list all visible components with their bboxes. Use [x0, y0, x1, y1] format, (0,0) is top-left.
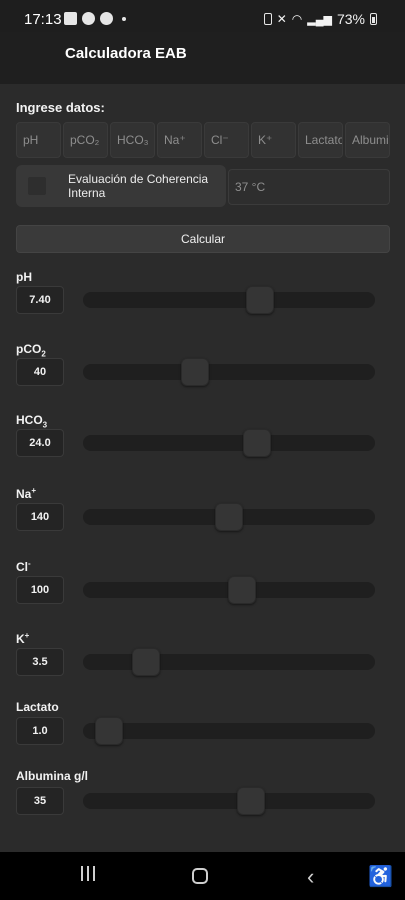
param-value-0[interactable]: 7.40: [16, 286, 64, 314]
signal-icon: ▂▄▆: [307, 13, 332, 26]
back-button[interactable]: ‹: [307, 864, 314, 890]
param-slider-thumb-7[interactable]: [236, 787, 265, 815]
param-label-4: Cl-: [16, 559, 31, 574]
accessibility-icon[interactable]: ♿: [368, 864, 393, 889]
param-label-6: Lactato: [16, 700, 59, 714]
param-slider-track-2[interactable]: [83, 429, 375, 457]
param-slider-track-1[interactable]: [83, 358, 375, 386]
param-label-main: Lactato: [16, 700, 59, 714]
param-slider-thumb-3[interactable]: [215, 503, 243, 531]
calcular-button[interactable]: Calcular: [16, 225, 390, 253]
battery-level: 73%: [336, 11, 365, 27]
param-label-5: K+: [16, 631, 29, 646]
na-input[interactable]: Na⁺: [157, 122, 202, 158]
param-label-sup: -: [28, 559, 31, 568]
mute-icon: ✕: [276, 12, 287, 26]
k-input[interactable]: K⁺: [251, 122, 296, 158]
app-bar: [0, 32, 405, 84]
param-slider-thumb-2[interactable]: [242, 429, 271, 457]
param-label-0: pH: [16, 270, 32, 284]
ph-input[interactable]: pH: [16, 122, 61, 158]
param-value-6[interactable]: 1.0: [16, 717, 64, 745]
battery-icon: [370, 13, 377, 25]
param-value-2[interactable]: 24.0: [16, 429, 64, 457]
albumina-input[interactable]: Albumina: [345, 122, 390, 158]
param-value-5[interactable]: 3.5: [16, 648, 64, 676]
home-button[interactable]: [192, 868, 208, 884]
param-label-main: pCO: [16, 342, 42, 356]
param-slider-thumb-5[interactable]: [131, 648, 160, 676]
coherence-toggle[interactable]: Evaluación de Coherencia Interna: [16, 165, 226, 207]
param-value-3[interactable]: 140: [16, 503, 64, 531]
param-label-1: pCO2: [16, 342, 46, 358]
param-value-7[interactable]: 35: [16, 787, 64, 815]
param-slider-track-7[interactable]: [83, 787, 375, 815]
param-slider-track-4[interactable]: [83, 576, 375, 604]
lactato-input[interactable]: Lactato: [298, 122, 343, 158]
pco2-input[interactable]: pCO₂: [63, 122, 108, 158]
input-section-label: Ingrese datos:: [16, 100, 105, 115]
linkedin-icon: [64, 12, 77, 25]
param-slider-track-5[interactable]: [83, 648, 375, 676]
pinwheel-icon: [82, 12, 95, 25]
param-label-sup: +: [24, 631, 30, 640]
param-label-main: HCO: [16, 413, 43, 427]
param-label-7: Albumina g/l: [16, 769, 88, 783]
app-title: Calculadora EAB: [65, 45, 187, 62]
param-value-4[interactable]: 100: [16, 576, 64, 604]
status-icons: ✕ ◠ ▂▄▆ 73%: [263, 11, 377, 27]
coherence-checkbox[interactable]: [28, 177, 46, 195]
chat-icon: [100, 12, 113, 25]
recent-apps-button[interactable]: [79, 866, 97, 884]
param-slider-thumb-4[interactable]: [228, 576, 257, 604]
temperature-input[interactable]: 37 °C: [228, 169, 390, 205]
coherence-label: Evaluación de Coherencia Interna: [68, 172, 209, 200]
param-slider-thumb-0[interactable]: [245, 286, 274, 314]
hco3-input[interactable]: HCO₃: [110, 122, 155, 158]
param-slider-thumb-1[interactable]: [181, 358, 210, 386]
param-label-main: pH: [16, 270, 32, 284]
status-bar: 17:13 ✕ ◠ ▂▄▆ 73%: [0, 0, 405, 32]
notification-icons: [64, 12, 126, 25]
param-label-main: Na: [16, 487, 32, 501]
param-slider-track-3[interactable]: [83, 503, 375, 531]
cl-input[interactable]: Cl⁻: [204, 122, 249, 158]
param-label-main: Albumina g/l: [16, 769, 88, 783]
param-value-1[interactable]: 40: [16, 358, 64, 386]
param-label-2: HCO3: [16, 413, 47, 429]
input-fields-row: pH pCO₂ HCO₃ Na⁺ Cl⁻ K⁺ Lactato Albumina: [16, 122, 390, 158]
param-label-sup: +: [31, 486, 37, 495]
param-label-main: Cl: [16, 560, 28, 574]
status-time: 17:13: [24, 11, 62, 28]
param-label-3: Na+: [16, 486, 36, 501]
battery-saver-icon: [263, 13, 272, 25]
param-slider-track-0[interactable]: [83, 286, 375, 314]
param-slider-thumb-6[interactable]: [95, 717, 124, 745]
wifi-icon: ◠: [291, 12, 303, 26]
navigation-bar: ‹ ♿: [0, 852, 405, 900]
more-notifications-dot: [122, 16, 126, 21]
param-slider-track-6[interactable]: [83, 717, 375, 745]
param-label-main: K: [16, 632, 25, 646]
